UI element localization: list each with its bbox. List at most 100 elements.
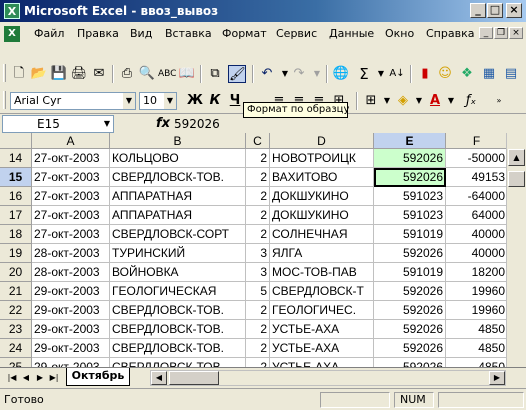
table-cell[interactable]: -64000 xyxy=(446,187,506,206)
table-cell[interactable]: 2 xyxy=(246,339,270,358)
table-cell[interactable]: 29-окт-2003 xyxy=(32,301,110,320)
table-cell[interactable]: 49153 xyxy=(446,168,506,187)
table-cell[interactable]: СВЕРДЛОВСК-ТОВ. xyxy=(110,168,246,187)
italic-button[interactable]: К xyxy=(206,92,224,110)
row-header[interactable]: 19 xyxy=(0,244,32,263)
format-painter-icon[interactable]: 🖌 xyxy=(228,65,246,83)
bold-button[interactable]: Ж xyxy=(186,92,204,110)
permission-icon[interactable]: 🖨 xyxy=(70,65,88,83)
hscroll-thumb[interactable] xyxy=(169,371,219,385)
name-box[interactable]: E15 ▼ xyxy=(2,115,114,133)
next-sheet-icon[interactable]: ▶ xyxy=(34,371,46,385)
table-cell[interactable]: 591023 xyxy=(374,206,446,225)
table-cell[interactable]: АППАРАТНАЯ xyxy=(110,206,246,225)
table-cell[interactable]: 40000 xyxy=(446,225,506,244)
horizontal-scrollbar[interactable]: ◀ ▶ xyxy=(150,370,506,386)
table-cell[interactable]: АППАРАТНАЯ xyxy=(110,187,246,206)
row-header[interactable]: 24 xyxy=(0,339,32,358)
table-cell[interactable]: 29-окт-2003 xyxy=(32,358,110,367)
row-header[interactable]: 18 xyxy=(0,225,32,244)
sheet-tab-october[interactable]: Октябрь xyxy=(66,368,130,386)
table-cell[interactable]: 19960 xyxy=(446,301,506,320)
table-cell[interactable]: 2 xyxy=(246,206,270,225)
table-cell[interactable]: 2 xyxy=(246,149,270,168)
column-header[interactable]: E xyxy=(374,133,446,149)
redo-dropdown-icon[interactable]: ▼ xyxy=(308,65,326,83)
table-cell[interactable]: 592026 xyxy=(374,282,446,301)
font-color-dropdown-icon[interactable]: ▼ xyxy=(442,92,460,110)
row-header[interactable]: 20 xyxy=(0,263,32,282)
menu-window[interactable]: Окно xyxy=(385,27,414,41)
table-cell[interactable]: 64000 xyxy=(446,206,506,225)
last-sheet-icon[interactable]: ▶| xyxy=(48,371,60,385)
table-cell[interactable]: 29-окт-2003 xyxy=(32,282,110,301)
scroll-left-button[interactable]: ◀ xyxy=(151,371,167,385)
table-cell[interactable]: СВЕРДЛОВСК-ТОВ. xyxy=(110,358,246,367)
minimize-button[interactable]: _ xyxy=(470,3,486,18)
chart-wizard-icon[interactable]: ▮ xyxy=(416,65,434,83)
table-cell[interactable]: 4850 xyxy=(446,320,506,339)
excel-app-icon[interactable]: X xyxy=(4,3,20,19)
doc-minimize-button[interactable]: _ xyxy=(479,27,493,39)
underline-button[interactable]: Ч xyxy=(226,92,244,110)
save-icon[interactable]: 💾 xyxy=(50,65,68,83)
table-cell[interactable]: 592026 xyxy=(374,339,446,358)
scroll-up-button[interactable]: ▲ xyxy=(508,149,525,166)
workbook-icon[interactable]: X xyxy=(4,26,20,42)
hyperlink-icon[interactable]: 🌐 xyxy=(332,65,350,83)
table-cell[interactable]: 2 xyxy=(246,225,270,244)
menu-format[interactable]: Формат xyxy=(222,27,267,41)
table-cell[interactable]: 592026 xyxy=(374,149,446,168)
table-cell[interactable]: 2 xyxy=(246,301,270,320)
table-cell[interactable]: 4850 xyxy=(446,339,506,358)
doc-restore-button[interactable]: ❐ xyxy=(494,27,508,39)
row-header[interactable]: 14 xyxy=(0,149,32,168)
row-header[interactable]: 16 xyxy=(0,187,32,206)
table-cell[interactable]: 18200 xyxy=(446,263,506,282)
undo-icon[interactable]: ↶ xyxy=(258,65,276,83)
table-cell[interactable]: ДОКШУКИНО xyxy=(270,206,374,225)
table-cell[interactable]: СОЛНЕЧНАЯ xyxy=(270,225,374,244)
table-cell[interactable]: СВЕРДЛОВСК-ТОВ. xyxy=(110,320,246,339)
table-cell[interactable]: 19960 xyxy=(446,282,506,301)
table-cell[interactable]: ГЕОЛОГИЧЕС. xyxy=(270,301,374,320)
table-cell[interactable]: СВЕРДЛОВСК-СОРТ xyxy=(110,225,246,244)
map-icon[interactable]: ▦ xyxy=(480,65,498,83)
row-header[interactable]: 23 xyxy=(0,320,32,339)
table-cell[interactable]: 2 xyxy=(246,320,270,339)
table-cell[interactable]: 592026 xyxy=(374,320,446,339)
column-header[interactable]: C xyxy=(246,133,270,149)
scroll-thumb[interactable] xyxy=(508,171,525,187)
table-cell[interactable]: 4850 xyxy=(446,358,506,367)
table-cell[interactable]: 592026 xyxy=(374,244,446,263)
autosum-icon[interactable]: Σ xyxy=(355,65,373,83)
table-cell[interactable]: 27-окт-2003 xyxy=(32,206,110,225)
table-cell[interactable]: 591019 xyxy=(374,263,446,282)
table-cell[interactable]: СВЕРДЛОВСК-ТОВ. xyxy=(110,301,246,320)
table-cell[interactable]: УСТЬЕ-АХА xyxy=(270,320,374,339)
menu-insert[interactable]: Вставка xyxy=(165,27,212,41)
vertical-scrollbar[interactable]: ▲ xyxy=(506,133,526,367)
table-cell[interactable]: 3 xyxy=(246,244,270,263)
table-cell[interactable]: 40000 xyxy=(446,244,506,263)
chevron-down-icon[interactable]: ▼ xyxy=(101,116,113,132)
prev-sheet-icon[interactable]: ◀ xyxy=(20,371,32,385)
table-cell[interactable]: 2 xyxy=(246,358,270,367)
table-cell[interactable]: 27-окт-2003 xyxy=(32,187,110,206)
print-icon[interactable]: ⎙ xyxy=(118,65,136,83)
table-cell[interactable]: 2 xyxy=(246,187,270,206)
doc-close-button[interactable]: × xyxy=(509,27,523,39)
font-size-select[interactable]: 10 ▼ xyxy=(139,92,177,110)
open-folder-icon[interactable]: 📂 xyxy=(30,65,48,83)
table-cell[interactable]: 591019 xyxy=(374,225,446,244)
table-cell[interactable]: КОЛЬЦОВО xyxy=(110,149,246,168)
chevron-down-icon[interactable]: ▼ xyxy=(123,93,135,109)
table-cell[interactable]: ГЕОЛОГИЧЕСКАЯ xyxy=(110,282,246,301)
chevron-down-icon[interactable]: ▼ xyxy=(164,93,176,109)
table-cell[interactable]: 27-окт-2003 xyxy=(32,168,110,187)
spreadsheet-grid[interactable]: A B C D E F 14 27-окт-2003 КОЛЬЦОВО 2 НОВОТРОИЦК 59… xyxy=(0,133,506,367)
menu-edit[interactable]: Правка xyxy=(77,27,119,41)
table-cell[interactable]: МОС-ТОВ-ПАВ xyxy=(270,263,374,282)
table-cell[interactable]: УСТЬЕ-АХА xyxy=(270,358,374,367)
menu-data[interactable]: Данные xyxy=(329,27,374,41)
